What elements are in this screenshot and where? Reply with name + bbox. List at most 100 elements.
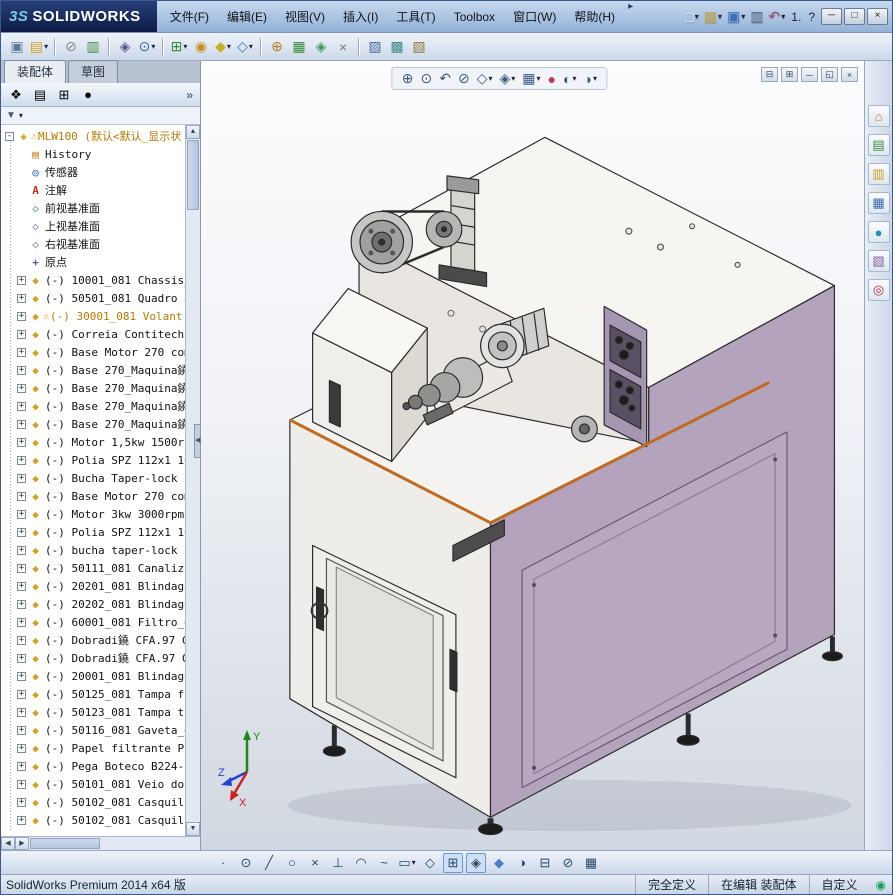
tree-horizontal-scrollbar[interactable]: ◀ ▶	[1, 836, 200, 850]
tree-item-expander[interactable]: +	[17, 563, 26, 573]
tree-item-expander[interactable]: +	[17, 743, 26, 753]
section-view-icon[interactable]: ⊘	[458, 70, 470, 87]
linear-component-pattern-icon[interactable]: ▦	[289, 37, 309, 57]
tree-item-expander[interactable]: +	[17, 491, 26, 501]
point-icon[interactable]: ·	[213, 853, 233, 873]
configurationmanager-tab-icon[interactable]: ⊞	[53, 85, 75, 105]
doc-restore-icon[interactable]: ◱	[821, 67, 838, 82]
tree-item-expander[interactable]: +	[17, 437, 26, 447]
tree-item-expander[interactable]: +	[17, 581, 26, 591]
tree-item-expander[interactable]: +	[17, 599, 26, 609]
tab-assembly[interactable]: 装配体	[4, 60, 67, 83]
zoom-fit-icon[interactable]: ⊕	[402, 70, 414, 87]
toolbar-separator[interactable]	[358, 37, 360, 56]
menu-item[interactable]: 文件(F)	[161, 1, 218, 32]
panel-splitter-handle[interactable]: ◀	[194, 423, 201, 458]
tree-item[interactable]: A 注解	[1, 181, 185, 199]
tree-item[interactable]: + ◆ (-) 60001_081 Filtro_<1	[1, 613, 185, 631]
tree-item-expander[interactable]: +	[17, 275, 26, 285]
edit-component-icon[interactable]: ▨	[365, 37, 385, 57]
tree-item[interactable]: ◇ 前视基准面	[1, 199, 185, 217]
apply-scene-icon[interactable]: ◐ ▾	[563, 71, 576, 87]
status-custom[interactable]: 自定义	[808, 875, 870, 894]
tree-item[interactable]: + ◆ (-) Correia Contitech X	[1, 325, 185, 343]
new-document-icon[interactable]: □ ▾	[683, 9, 700, 25]
tree-item[interactable]: + ◆ (-) 20202_081 Blindagem	[1, 595, 185, 613]
toolbar-separator[interactable]	[108, 37, 110, 56]
dropdown-arrow-icon[interactable]: ▾	[511, 74, 515, 83]
assembly-features-icon[interactable]: ⊕	[267, 37, 287, 57]
open-icon[interactable]: ▤ ▾	[702, 8, 724, 25]
filter-bar[interactable]: ▼ ▾	[1, 107, 200, 125]
tree-item-expander[interactable]: +	[17, 545, 26, 555]
design-library-icon[interactable]: ▤	[867, 134, 890, 156]
appearances-scenes-icon[interactable]: ●	[867, 221, 890, 243]
menu-item[interactable]: 工具(T)	[387, 1, 444, 32]
forum-icon[interactable]: ◎	[867, 279, 890, 301]
tree-item-expander[interactable]: +	[17, 635, 26, 645]
tree-item[interactable]: + 原点	[1, 253, 185, 271]
tree-item-expander[interactable]: +	[17, 779, 26, 789]
tree-item[interactable]: + ◆ (-) Base Motor 270 com	[1, 487, 185, 505]
compare-documents-icon[interactable]: ▥	[83, 37, 103, 57]
screen-capture-icon[interactable]: ▣	[7, 37, 27, 57]
menu-item[interactable]: Toolbox	[445, 1, 504, 32]
dropdown-arrow-icon[interactable]: ▾	[718, 12, 722, 21]
tree-item[interactable]: + ◆ (-) 50116_081 Gaveta_<1	[1, 721, 185, 739]
corner-rectangle-icon[interactable]: ▭ ▾	[397, 853, 417, 873]
tree-item-expander[interactable]: +	[17, 761, 26, 771]
dropdown-arrow-icon[interactable]: ▾	[695, 12, 699, 21]
tree-item[interactable]: + ◆ (-) 50101_081 Veio do r	[1, 775, 185, 793]
toolbar-separator[interactable]	[162, 37, 164, 56]
hide-show-items-icon[interactable]: ▦ ▾	[522, 70, 540, 87]
erase-icon[interactable]: ×	[305, 853, 325, 873]
view-settings-icon[interactable]: ◑ ▾	[583, 71, 596, 87]
expand-panel-icon[interactable]: »	[183, 88, 196, 102]
scroll-right-arrow[interactable]: ▶	[15, 837, 29, 850]
tree-item-expander[interactable]: +	[17, 293, 26, 303]
tree-item-expander[interactable]: +	[17, 653, 26, 663]
doc-close-icon[interactable]: ×	[841, 67, 858, 82]
tree-item-expander[interactable]: +	[17, 527, 26, 537]
toolbar-separator[interactable]	[260, 37, 262, 56]
attachment-icon[interactable]: ⊘	[61, 37, 81, 57]
dropdown-arrow-icon[interactable]: ▾	[488, 74, 492, 83]
tree-item-expander[interactable]: +	[17, 617, 26, 627]
pin-menu-icon[interactable]: ▸	[624, 1, 637, 32]
tree-item-expander[interactable]: +	[17, 689, 26, 699]
dropdown-arrow-icon[interactable]: ▾	[183, 42, 187, 51]
tree-item[interactable]: + ◆ (-) Base 270_Maquina鐃	[1, 415, 185, 433]
menu-item[interactable]: 视图(V)	[276, 1, 334, 32]
filter-dropdown-icon[interactable]: ▾	[19, 111, 23, 120]
menu-item[interactable]: 插入(I)	[334, 1, 387, 32]
display-relations-icon[interactable]: ▦	[581, 853, 601, 873]
scroll-thumb[interactable]	[30, 838, 100, 849]
minimize-button[interactable]: ─	[821, 8, 842, 25]
tree-item-expander[interactable]: +	[17, 815, 26, 825]
menu-item[interactable]: 帮助(H)	[565, 1, 624, 32]
tree-item[interactable]: + ◆ (-) 50102_081 Casquilho	[1, 793, 185, 811]
tree-item[interactable]: + ◆ (-) Motor 3kw 3000rpm (	[1, 505, 185, 523]
tree-item-expander[interactable]: +	[17, 311, 26, 321]
tree-item-expander[interactable]: +	[17, 365, 26, 375]
tree-item-expander[interactable]: +	[17, 797, 26, 807]
mate-icon[interactable]: ◉	[191, 37, 211, 57]
arc-icon[interactable]: ◠	[351, 853, 371, 873]
tree-vertical-scrollbar[interactable]: ▲ ▼	[185, 125, 200, 836]
tree-item[interactable]: + ◆ (-) Pega Boteco B224-11	[1, 757, 185, 775]
dropdown-arrow-icon[interactable]: ▾	[249, 42, 253, 51]
move-component-icon[interactable]: ◇ ▾	[235, 37, 255, 57]
tree-item[interactable]: - ◈ ⚠ MLW100 (默认<默认_显示状	[1, 127, 185, 145]
tree-item-expander[interactable]: +	[17, 347, 26, 357]
file-explorer-icon[interactable]: ▥	[867, 163, 890, 185]
spline-icon[interactable]: ~	[374, 853, 394, 873]
reference-geometry-icon[interactable]: ▧	[409, 37, 429, 57]
edit-appearance-icon[interactable]: ●	[548, 71, 556, 87]
tree-item[interactable]: ◎ 传感器	[1, 163, 185, 181]
displaymanager-tab-icon[interactable]: ●	[77, 85, 99, 105]
tree-item[interactable]: + ◆ ⚠ (-) 30001_081 Volant	[1, 307, 185, 325]
maximize-button[interactable]: □	[844, 8, 865, 25]
tree-item-expander[interactable]: +	[17, 725, 26, 735]
mirror-entities-icon[interactable]: ◑	[512, 853, 532, 873]
dropdown-arrow-icon[interactable]: ▾	[781, 12, 785, 21]
